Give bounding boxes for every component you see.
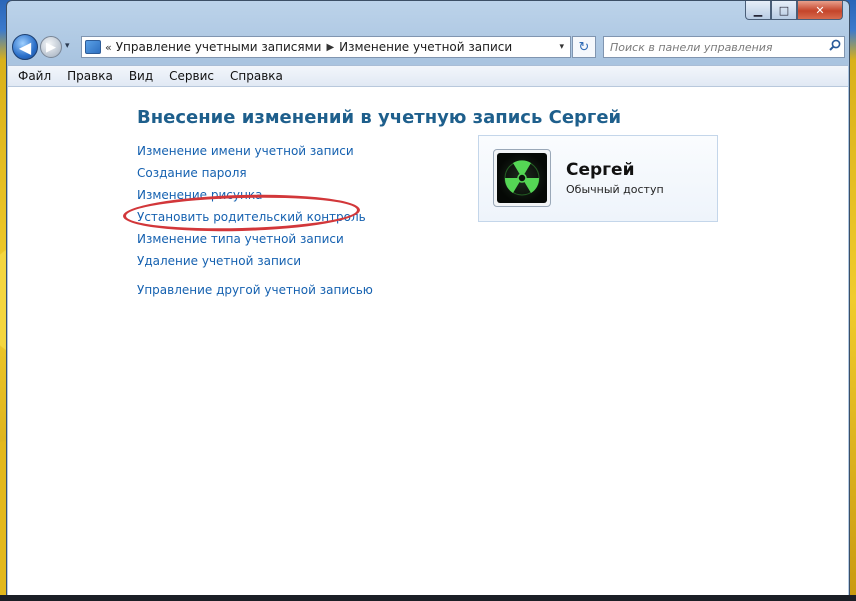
close-icon: ✕ bbox=[815, 3, 825, 17]
breadcrumb-separator-icon[interactable]: ▶ bbox=[326, 42, 334, 53]
link-change-account-type[interactable]: Изменение типа учетной записи bbox=[137, 231, 373, 253]
refresh-button[interactable]: ↻ bbox=[572, 36, 596, 58]
maximize-icon: □ bbox=[778, 3, 790, 17]
menu-edit[interactable]: Правка bbox=[59, 66, 121, 86]
link-delete-account[interactable]: Удаление учетной записи bbox=[137, 253, 373, 275]
chevron-down-icon: ▾ bbox=[65, 41, 70, 51]
menu-view[interactable]: Вид bbox=[121, 66, 161, 86]
caption-buttons: ▁ □ ✕ bbox=[745, 1, 843, 21]
navigation-bar: ◀ ▶ ▾ « Управление учетными записями ▶ И… bbox=[7, 31, 849, 63]
task-links: Изменение имени учетной записи Создание … bbox=[137, 143, 373, 304]
address-bar[interactable]: « Управление учетными записями ▶ Изменен… bbox=[81, 36, 571, 58]
search-input[interactable] bbox=[604, 37, 826, 57]
back-button[interactable]: ◀ bbox=[12, 34, 38, 60]
refresh-icon: ↻ bbox=[578, 39, 590, 55]
search-icon[interactable] bbox=[826, 39, 844, 55]
content-pane: Внесение изменений в учетную запись Серг… bbox=[8, 87, 848, 595]
page-title: Внесение изменений в учетную запись Серг… bbox=[137, 107, 622, 128]
forward-button[interactable]: ▶ bbox=[40, 36, 62, 58]
minimize-icon: ▁ bbox=[753, 3, 763, 17]
account-name: Сергей bbox=[566, 160, 635, 180]
forward-arrow-icon: ▶ bbox=[46, 39, 56, 55]
menu-bar: Файл Правка Вид Сервис Справка bbox=[8, 65, 848, 87]
link-change-name[interactable]: Изменение имени учетной записи bbox=[137, 143, 373, 165]
explorer-window: ▁ □ ✕ ◀ ▶ ▾ « Управление учетными запися… bbox=[6, 0, 850, 596]
close-button[interactable]: ✕ bbox=[797, 1, 843, 20]
menu-file[interactable]: Файл bbox=[8, 66, 59, 86]
link-manage-another-account[interactable]: Управление другой учетной записью bbox=[137, 282, 373, 304]
breadcrumb-item-change-account[interactable]: Изменение учетной записи bbox=[339, 40, 512, 54]
menu-tools[interactable]: Сервис bbox=[161, 66, 222, 86]
maximize-button[interactable]: □ bbox=[771, 1, 797, 20]
address-dropdown-button[interactable]: ▾ bbox=[559, 42, 564, 52]
recent-pages-dropdown[interactable]: ▾ bbox=[65, 41, 70, 51]
radiation-icon bbox=[497, 153, 547, 203]
menu-help[interactable]: Справка bbox=[222, 66, 291, 86]
back-arrow-icon: ◀ bbox=[18, 37, 32, 57]
search-box bbox=[603, 36, 845, 58]
avatar bbox=[493, 149, 551, 207]
chevron-down-icon: ▾ bbox=[559, 42, 564, 52]
account-type: Обычный доступ bbox=[566, 183, 664, 196]
breadcrumb-overflow-button[interactable]: « bbox=[105, 41, 112, 54]
link-parental-controls[interactable]: Установить родительский контроль bbox=[137, 209, 373, 231]
control-panel-icon bbox=[85, 40, 101, 54]
breadcrumb-item-user-accounts[interactable]: Управление учетными записями bbox=[116, 40, 322, 54]
link-change-picture[interactable]: Изменение рисунка bbox=[137, 187, 373, 209]
account-card: Сергей Обычный доступ bbox=[478, 135, 718, 222]
link-create-password[interactable]: Создание пароля bbox=[137, 165, 373, 187]
minimize-button[interactable]: ▁ bbox=[745, 1, 771, 20]
window-shadow bbox=[0, 595, 856, 601]
